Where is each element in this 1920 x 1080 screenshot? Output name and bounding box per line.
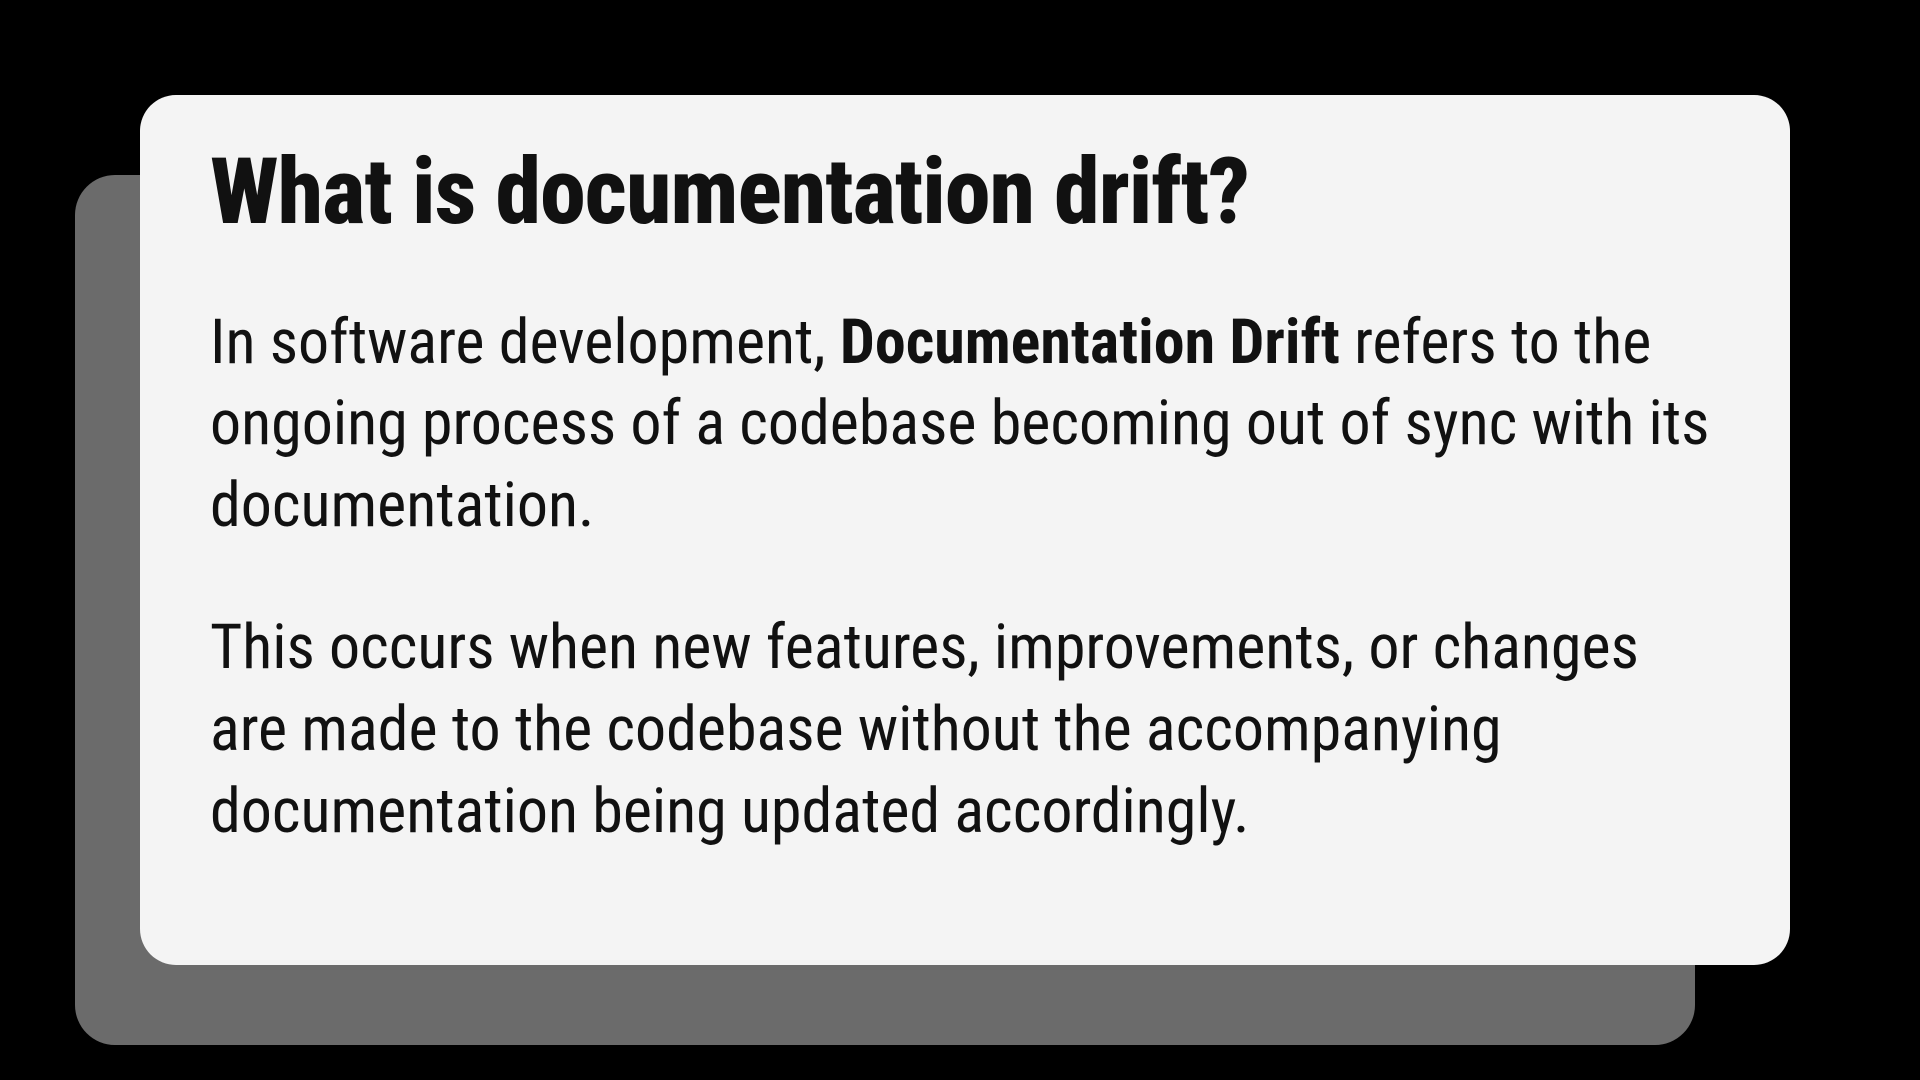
paragraph-2: This occurs when new features, improveme…	[210, 607, 1720, 852]
slide-title: What is documentation drift?	[210, 145, 1720, 242]
content-card: What is documentation drift? In software…	[140, 95, 1790, 965]
paragraph-1: In software development, Documentation D…	[210, 302, 1720, 547]
p1-lead: In software development,	[210, 306, 840, 379]
slide-stage: What is documentation drift? In software…	[0, 0, 1920, 1080]
p1-term: Documentation Drift	[840, 306, 1340, 379]
